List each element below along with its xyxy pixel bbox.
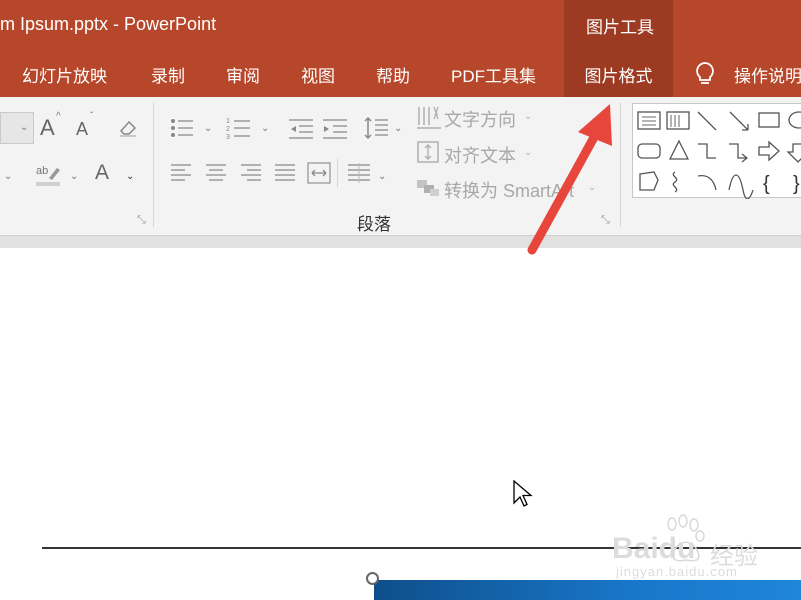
- align-text-icon[interactable]: [416, 140, 440, 164]
- chevron-down-icon[interactable]: ⌄: [394, 123, 402, 134]
- text-highlight-icon[interactable]: ab: [35, 162, 63, 188]
- svg-text:}: }: [793, 173, 800, 195]
- tab-view[interactable]: 视图: [301, 62, 335, 87]
- chevron-down-icon[interactable]: ⌄: [204, 123, 212, 134]
- chevron-down-icon[interactable]: ⌄: [126, 171, 134, 182]
- clear-formatting-icon[interactable]: [117, 117, 139, 139]
- group-separator: [620, 103, 621, 227]
- tab-record[interactable]: 录制: [151, 62, 185, 87]
- svg-text:ab: ab: [36, 165, 48, 177]
- decrease-indent-icon[interactable]: [288, 118, 314, 140]
- svg-text:2: 2: [226, 126, 230, 133]
- increase-indent-icon[interactable]: [322, 118, 348, 140]
- window-title: m Ipsum.pptx - PowerPoint: [0, 14, 217, 34]
- annotation-arrow-icon: [520, 100, 620, 265]
- chevron-down-icon[interactable]: ⌄: [378, 171, 386, 182]
- grow-font-icon[interactable]: A: [40, 115, 55, 141]
- bullets-icon[interactable]: [170, 117, 194, 139]
- svg-text:{: {: [763, 173, 770, 195]
- inline-separator: [337, 159, 338, 187]
- tab-review[interactable]: 审阅: [226, 62, 260, 87]
- svg-text:3: 3: [226, 134, 230, 140]
- svg-text:1: 1: [226, 118, 230, 125]
- rotation-handle[interactable]: [366, 572, 379, 585]
- font-size-box[interactable]: ⌄: [0, 112, 34, 144]
- shapes-gallery[interactable]: { }: [632, 103, 801, 200]
- chevron-down-icon[interactable]: ⌄: [70, 171, 78, 182]
- title-bar: m Ipsum.pptx - PowerPoint: [0, 0, 801, 50]
- tell-me-search[interactable]: 操作说明: [734, 62, 801, 87]
- text-direction-button[interactable]: 文字方向: [444, 106, 516, 132]
- watermark-brand: Baidu: [612, 532, 696, 565]
- ribbon-footer-strip: [0, 235, 801, 248]
- tab-slideshow[interactable]: 幻灯片放映: [22, 62, 107, 87]
- align-right-icon[interactable]: [240, 163, 262, 183]
- columns-icon[interactable]: [347, 163, 371, 183]
- align-center-icon[interactable]: [205, 163, 227, 183]
- chevron-down-icon[interactable]: ⌄: [4, 171, 12, 182]
- group-separator: [153, 103, 154, 227]
- tab-picture-format[interactable]: 图片格式: [564, 50, 673, 97]
- smartart-icon[interactable]: [416, 177, 440, 197]
- ribbon-tabs: 幻灯片放映 录制 审阅 视图 帮助 PDF工具集 图片格式 操作说明: [0, 50, 801, 97]
- lightbulb-icon[interactable]: [693, 61, 717, 92]
- text-direction-icon[interactable]: [416, 105, 442, 131]
- watermark-url: jingyan.baidu.com: [616, 564, 738, 579]
- caret-up-icon: ^: [56, 111, 61, 122]
- picture-tools-label: 图片工具: [586, 18, 654, 37]
- justify-icon[interactable]: [274, 163, 296, 183]
- font-color-icon[interactable]: A: [95, 161, 109, 185]
- distributed-icon[interactable]: [307, 162, 331, 184]
- tab-help[interactable]: 帮助: [376, 62, 410, 87]
- shrink-font-icon[interactable]: A: [76, 119, 88, 140]
- mouse-cursor-icon: [513, 479, 533, 513]
- font-dialog-launcher-icon[interactable]: ⤡: [137, 214, 146, 227]
- paragraph-group-label: 段落: [357, 215, 391, 234]
- line-spacing-icon[interactable]: [363, 116, 389, 140]
- chevron-down-icon[interactable]: ⌄: [261, 123, 269, 134]
- baidu-watermark: Baidu 经验 jingyan.baidu.com: [612, 512, 762, 587]
- numbering-icon[interactable]: 123: [226, 116, 252, 140]
- align-text-button[interactable]: 对齐文本: [444, 142, 516, 168]
- caret-down-small-icon: ˇ: [90, 111, 94, 122]
- tab-pdf-tools[interactable]: PDF工具集: [451, 62, 536, 87]
- align-left-icon[interactable]: [170, 163, 192, 183]
